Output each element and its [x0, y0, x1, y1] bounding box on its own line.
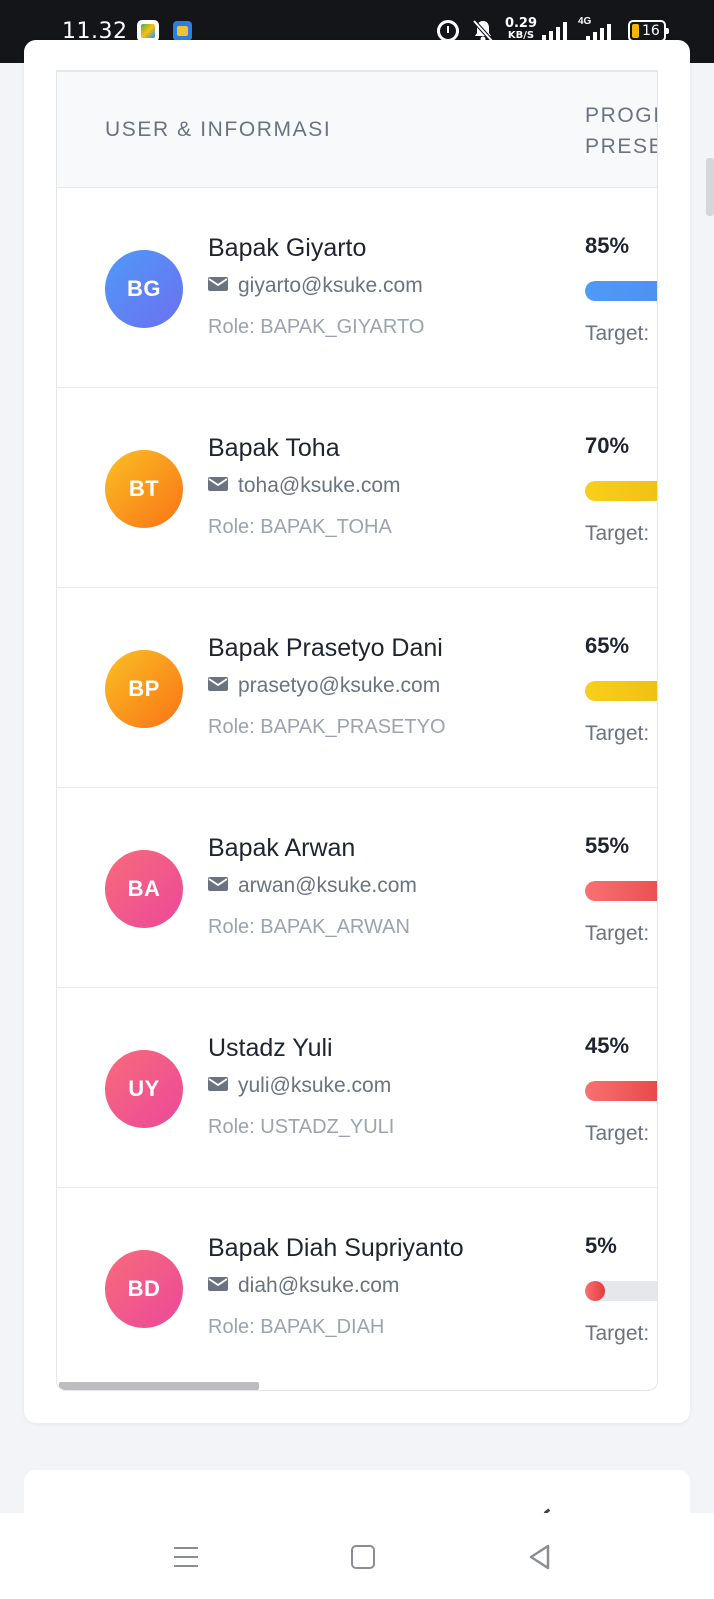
table-row[interactable]: BA Bapak Arwan arwan@ksuke.com Role: BAPAK_…: [57, 788, 657, 988]
avatar: BP: [105, 650, 183, 728]
menu-icon[interactable]: [166, 1537, 206, 1577]
target-label: Target:: [585, 322, 650, 345]
home-icon[interactable]: [343, 1537, 383, 1577]
progress-bar: [585, 681, 657, 701]
mail-icon: [208, 877, 228, 892]
table-row[interactable]: BD Bapak Diah Supriyanto diah@ksuke.com Rol…: [57, 1188, 657, 1388]
mail-icon: [208, 1277, 228, 1292]
user-role: Role: USTADZ_YULI: [208, 1116, 395, 1138]
progress-fill: [585, 1281, 605, 1301]
user-progress-table[interactable]: USER & INFORMASI PROGI PRESE BG Bapak Giy…: [56, 70, 658, 1391]
progress-fill: [585, 281, 657, 301]
table-row[interactable]: UY Ustadz Yuli yuli@ksuke.com Role: USTADZ_…: [57, 988, 657, 1188]
gallery-app-icon: [137, 20, 159, 42]
user-role: Role: BAPAK_GIYARTO: [208, 316, 425, 338]
progress-percent: 5%: [585, 1233, 617, 1258]
back-icon[interactable]: [520, 1537, 560, 1577]
user-name: Bapak Prasetyo Dani: [208, 634, 443, 662]
target-label: Target:: [585, 1322, 650, 1345]
table-row[interactable]: BG Bapak Giyarto giyarto@ksuke.com Role: BA…: [57, 188, 657, 388]
user-email: prasetyo@ksuke.com: [208, 674, 440, 698]
header-progress: PROGI PRESE: [585, 104, 658, 158]
target-label: Target:: [585, 722, 650, 745]
avatar: BD: [105, 1250, 183, 1328]
table-header: USER & INFORMASI PROGI PRESE: [57, 72, 657, 188]
user-email: giyarto@ksuke.com: [208, 274, 423, 298]
vertical-scrollbar[interactable]: [706, 158, 714, 216]
signal-icon: [542, 22, 568, 42]
progress-bar: [585, 1281, 657, 1301]
mail-icon: [208, 1077, 228, 1092]
user-email: arwan@ksuke.com: [208, 874, 417, 898]
target-label: Target:: [585, 922, 650, 945]
progress-bar: [585, 1081, 657, 1101]
mail-icon: [208, 477, 228, 492]
user-email: toha@ksuke.com: [208, 474, 401, 498]
progress-bar: [585, 881, 657, 901]
progress-bar: [585, 281, 657, 301]
progress-fill: [585, 881, 657, 901]
target-label: Target:: [585, 522, 650, 545]
network-speed: 0.29 KB/S: [504, 16, 538, 41]
mail-icon: [208, 677, 228, 692]
photo-app-icon: [173, 21, 192, 41]
mail-icon: [208, 277, 228, 292]
table-row[interactable]: BT Bapak Toha toha@ksuke.com Role: BAPAK_TO…: [57, 388, 657, 588]
progress-percent: 85%: [585, 233, 630, 258]
user-role: Role: BAPAK_PRASETYO: [208, 716, 446, 738]
progress-percent: 55%: [585, 833, 630, 858]
user-name: Bapak Toha: [208, 434, 340, 462]
alarm-icon: [437, 20, 459, 42]
target-label: Target:: [585, 1122, 650, 1145]
user-email: yuli@ksuke.com: [208, 1074, 391, 1098]
progress-percent: 45%: [585, 1033, 630, 1058]
navigation-bar: [0, 1513, 714, 1599]
user-name: Ustadz Yuli: [208, 1034, 333, 1062]
table-row[interactable]: BP Bapak Prasetyo Dani prasetyo@ksuke.com R…: [57, 588, 657, 788]
header-user-info: USER & INFORMASI: [105, 118, 332, 141]
horizontal-scrollbar[interactable]: [59, 1382, 259, 1390]
avatar: UY: [105, 1050, 183, 1128]
user-role: Role: BAPAK_DIAH: [208, 1316, 385, 1338]
progress-percent: 70%: [585, 433, 630, 458]
user-name: Bapak Arwan: [208, 834, 356, 862]
avatar: BG: [105, 250, 183, 328]
user-name: Bapak Giyarto: [208, 234, 367, 262]
progress-bar: [585, 481, 657, 501]
avatar: BA: [105, 850, 183, 928]
avatar: BT: [105, 450, 183, 528]
battery-icon: 16: [628, 20, 669, 42]
progress-fill: [585, 1081, 657, 1101]
progress-fill: [585, 481, 657, 501]
user-role: Role: BAPAK_TOHA: [208, 516, 392, 538]
user-name: Bapak Diah Supriyanto: [208, 1234, 464, 1262]
user-email: diah@ksuke.com: [208, 1274, 399, 1298]
progress-fill: [585, 681, 657, 701]
progress-percent: 65%: [585, 633, 630, 658]
user-role: Role: BAPAK_ARWAN: [208, 916, 410, 938]
